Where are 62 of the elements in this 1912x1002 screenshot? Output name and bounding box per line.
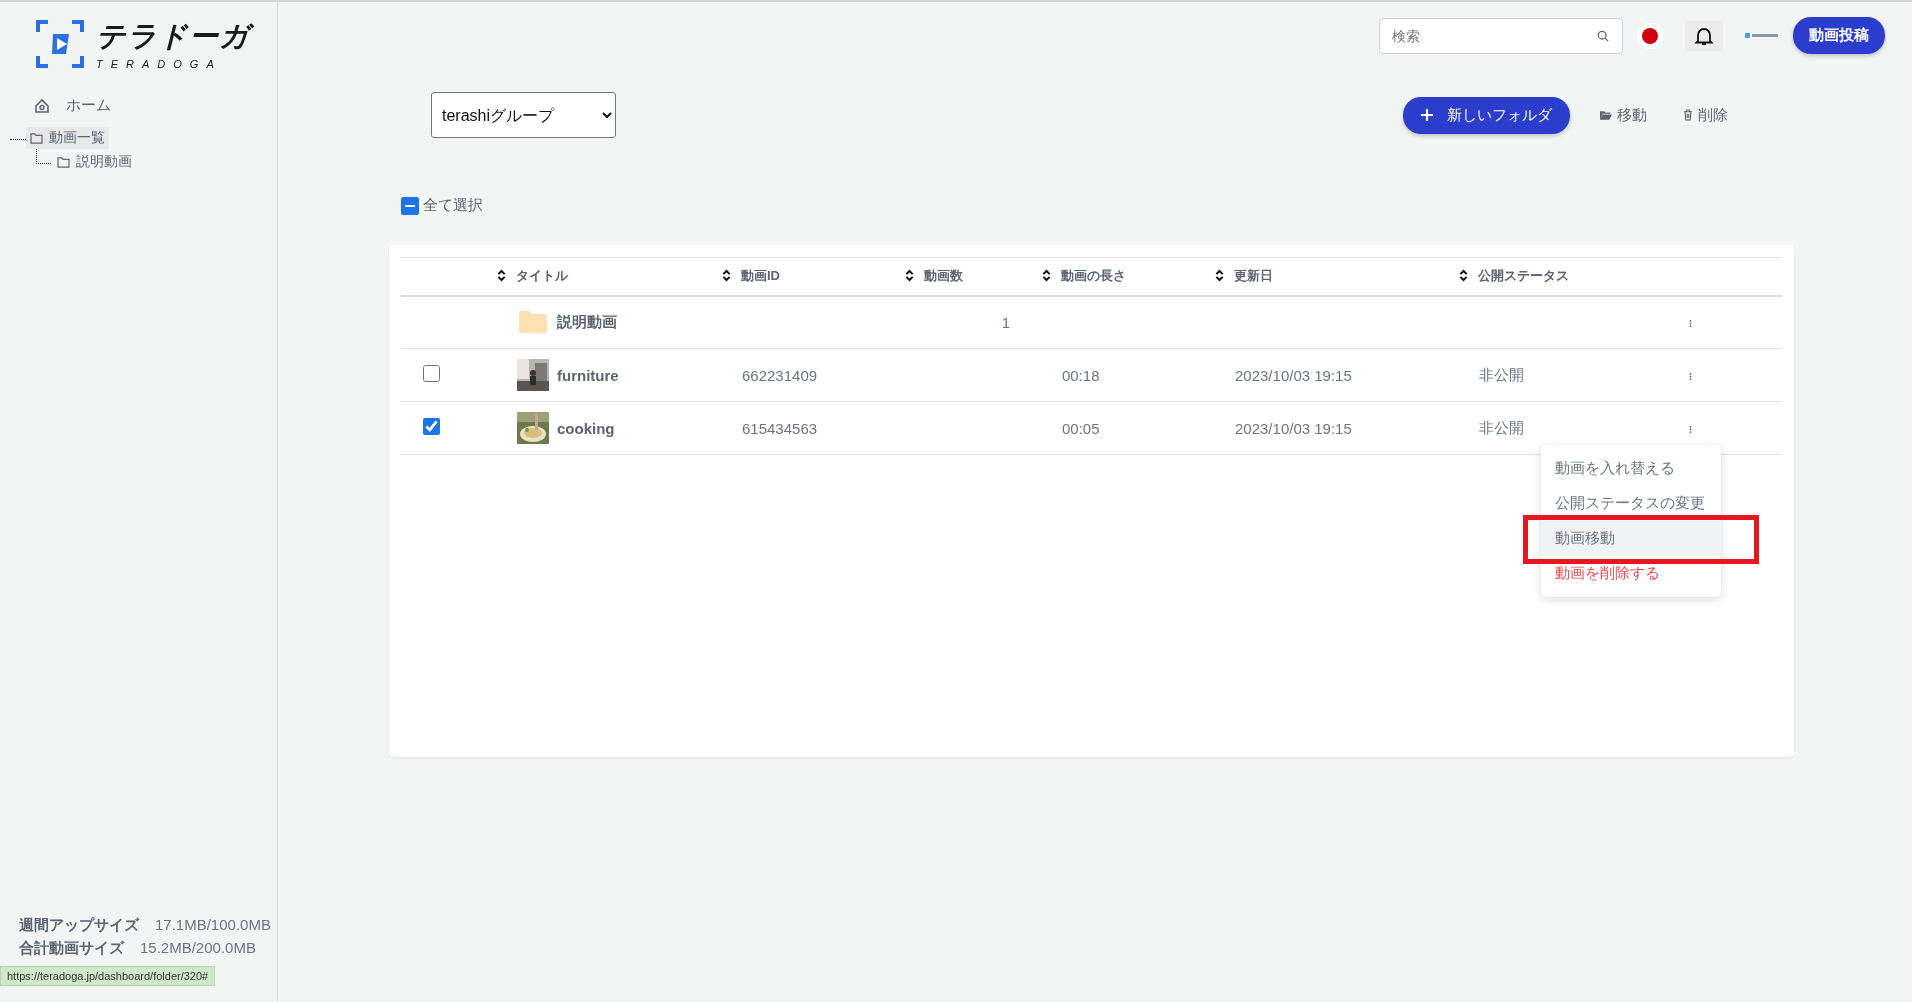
status-url: https://teradoga.jp/dashboard/folder/320# — [0, 966, 216, 986]
sort-icon[interactable] — [1042, 269, 1051, 282]
group-select[interactable]: terashiグループ — [431, 92, 616, 138]
video-length: 00:18 — [1062, 366, 1100, 384]
usage-value: 17.1MB/100.0MB — [155, 916, 271, 935]
column-header[interactable]: 公開ステータス — [1459, 266, 1569, 285]
item-title[interactable]: cooking — [557, 419, 615, 437]
updated-date: 2023/10/03 19:15 — [1235, 366, 1352, 384]
sort-icon[interactable] — [1459, 269, 1468, 282]
search-field[interactable]: 検索 — [1379, 17, 1623, 54]
folder-tree-item[interactable]: 説明動画 — [53, 151, 136, 174]
folder-icon — [1600, 110, 1612, 120]
menu-item[interactable]: 動画移動 — [1541, 521, 1721, 556]
logo-subtitle: TERADOGA — [96, 58, 223, 71]
logo-icon — [36, 20, 84, 69]
video-count: 1 — [1001, 313, 1010, 331]
sort-icon[interactable] — [1215, 269, 1224, 282]
updated-date: 2023/10/03 19:15 — [1235, 419, 1352, 437]
sort-icon[interactable] — [722, 269, 731, 282]
item-title[interactable]: furniture — [557, 366, 619, 384]
plus-icon — [1421, 109, 1433, 121]
usage-label: 週間アップサイズ — [19, 916, 139, 935]
trash-icon — [1683, 109, 1693, 121]
menu-item[interactable]: 公開ステータスの変更 — [1541, 486, 1721, 521]
folder-tree-item[interactable]: 動画一覧 — [26, 127, 109, 150]
folder-icon — [57, 156, 70, 168]
item-title[interactable]: 説明動画 — [557, 312, 617, 332]
more-icon[interactable] — [1689, 424, 1692, 434]
flag-icon[interactable] — [1637, 22, 1663, 49]
video-id: 615434563 — [742, 419, 818, 437]
notification-bell-icon[interactable] — [1685, 20, 1723, 51]
move-button[interactable]: 移動 — [1594, 101, 1653, 129]
column-header[interactable]: タイトル — [497, 266, 568, 285]
more-icon[interactable] — [1689, 371, 1692, 381]
upload-video-button[interactable]: 動画投稿 — [1793, 17, 1885, 54]
nav-link[interactable]: ホーム — [0, 70, 277, 128]
video-id: 662231409 — [742, 366, 818, 384]
more-icon[interactable] — [1689, 318, 1692, 328]
column-header[interactable]: 動画の長さ — [1042, 266, 1126, 285]
video-length: 00:05 — [1062, 419, 1100, 437]
folder-icon — [30, 132, 43, 144]
delete-button[interactable]: 削除 — [1677, 101, 1734, 129]
logo-title: テラドーガ — [96, 18, 256, 55]
usage-label: 合計動画サイズ — [19, 939, 124, 958]
folder-icon — [517, 309, 549, 336]
row-checkbox[interactable] — [423, 418, 440, 435]
sort-icon[interactable] — [905, 269, 914, 282]
publish-status: 非公開 — [1479, 365, 1524, 383]
menu-item[interactable]: 動画を削除する — [1541, 556, 1721, 591]
column-header[interactable]: 動画数 — [905, 266, 963, 285]
menu-item[interactable]: 動画を入れ替える — [1541, 451, 1721, 486]
new-folder-button[interactable]: 新しいフォルダ — [1403, 96, 1570, 134]
row-checkbox[interactable] — [423, 365, 440, 382]
home-icon — [34, 97, 50, 114]
select-all-checkbox[interactable]: 全て選択 — [401, 196, 483, 215]
account-logo-icon[interactable] — [1745, 31, 1779, 40]
usage-value: 15.2MB/200.0MB — [140, 939, 256, 958]
column-header[interactable]: 更新日 — [1215, 266, 1273, 285]
publish-status: 非公開 — [1479, 418, 1524, 436]
sort-icon[interactable] — [497, 269, 506, 282]
column-header[interactable]: 動画ID — [722, 266, 780, 285]
search-icon — [1597, 29, 1609, 42]
